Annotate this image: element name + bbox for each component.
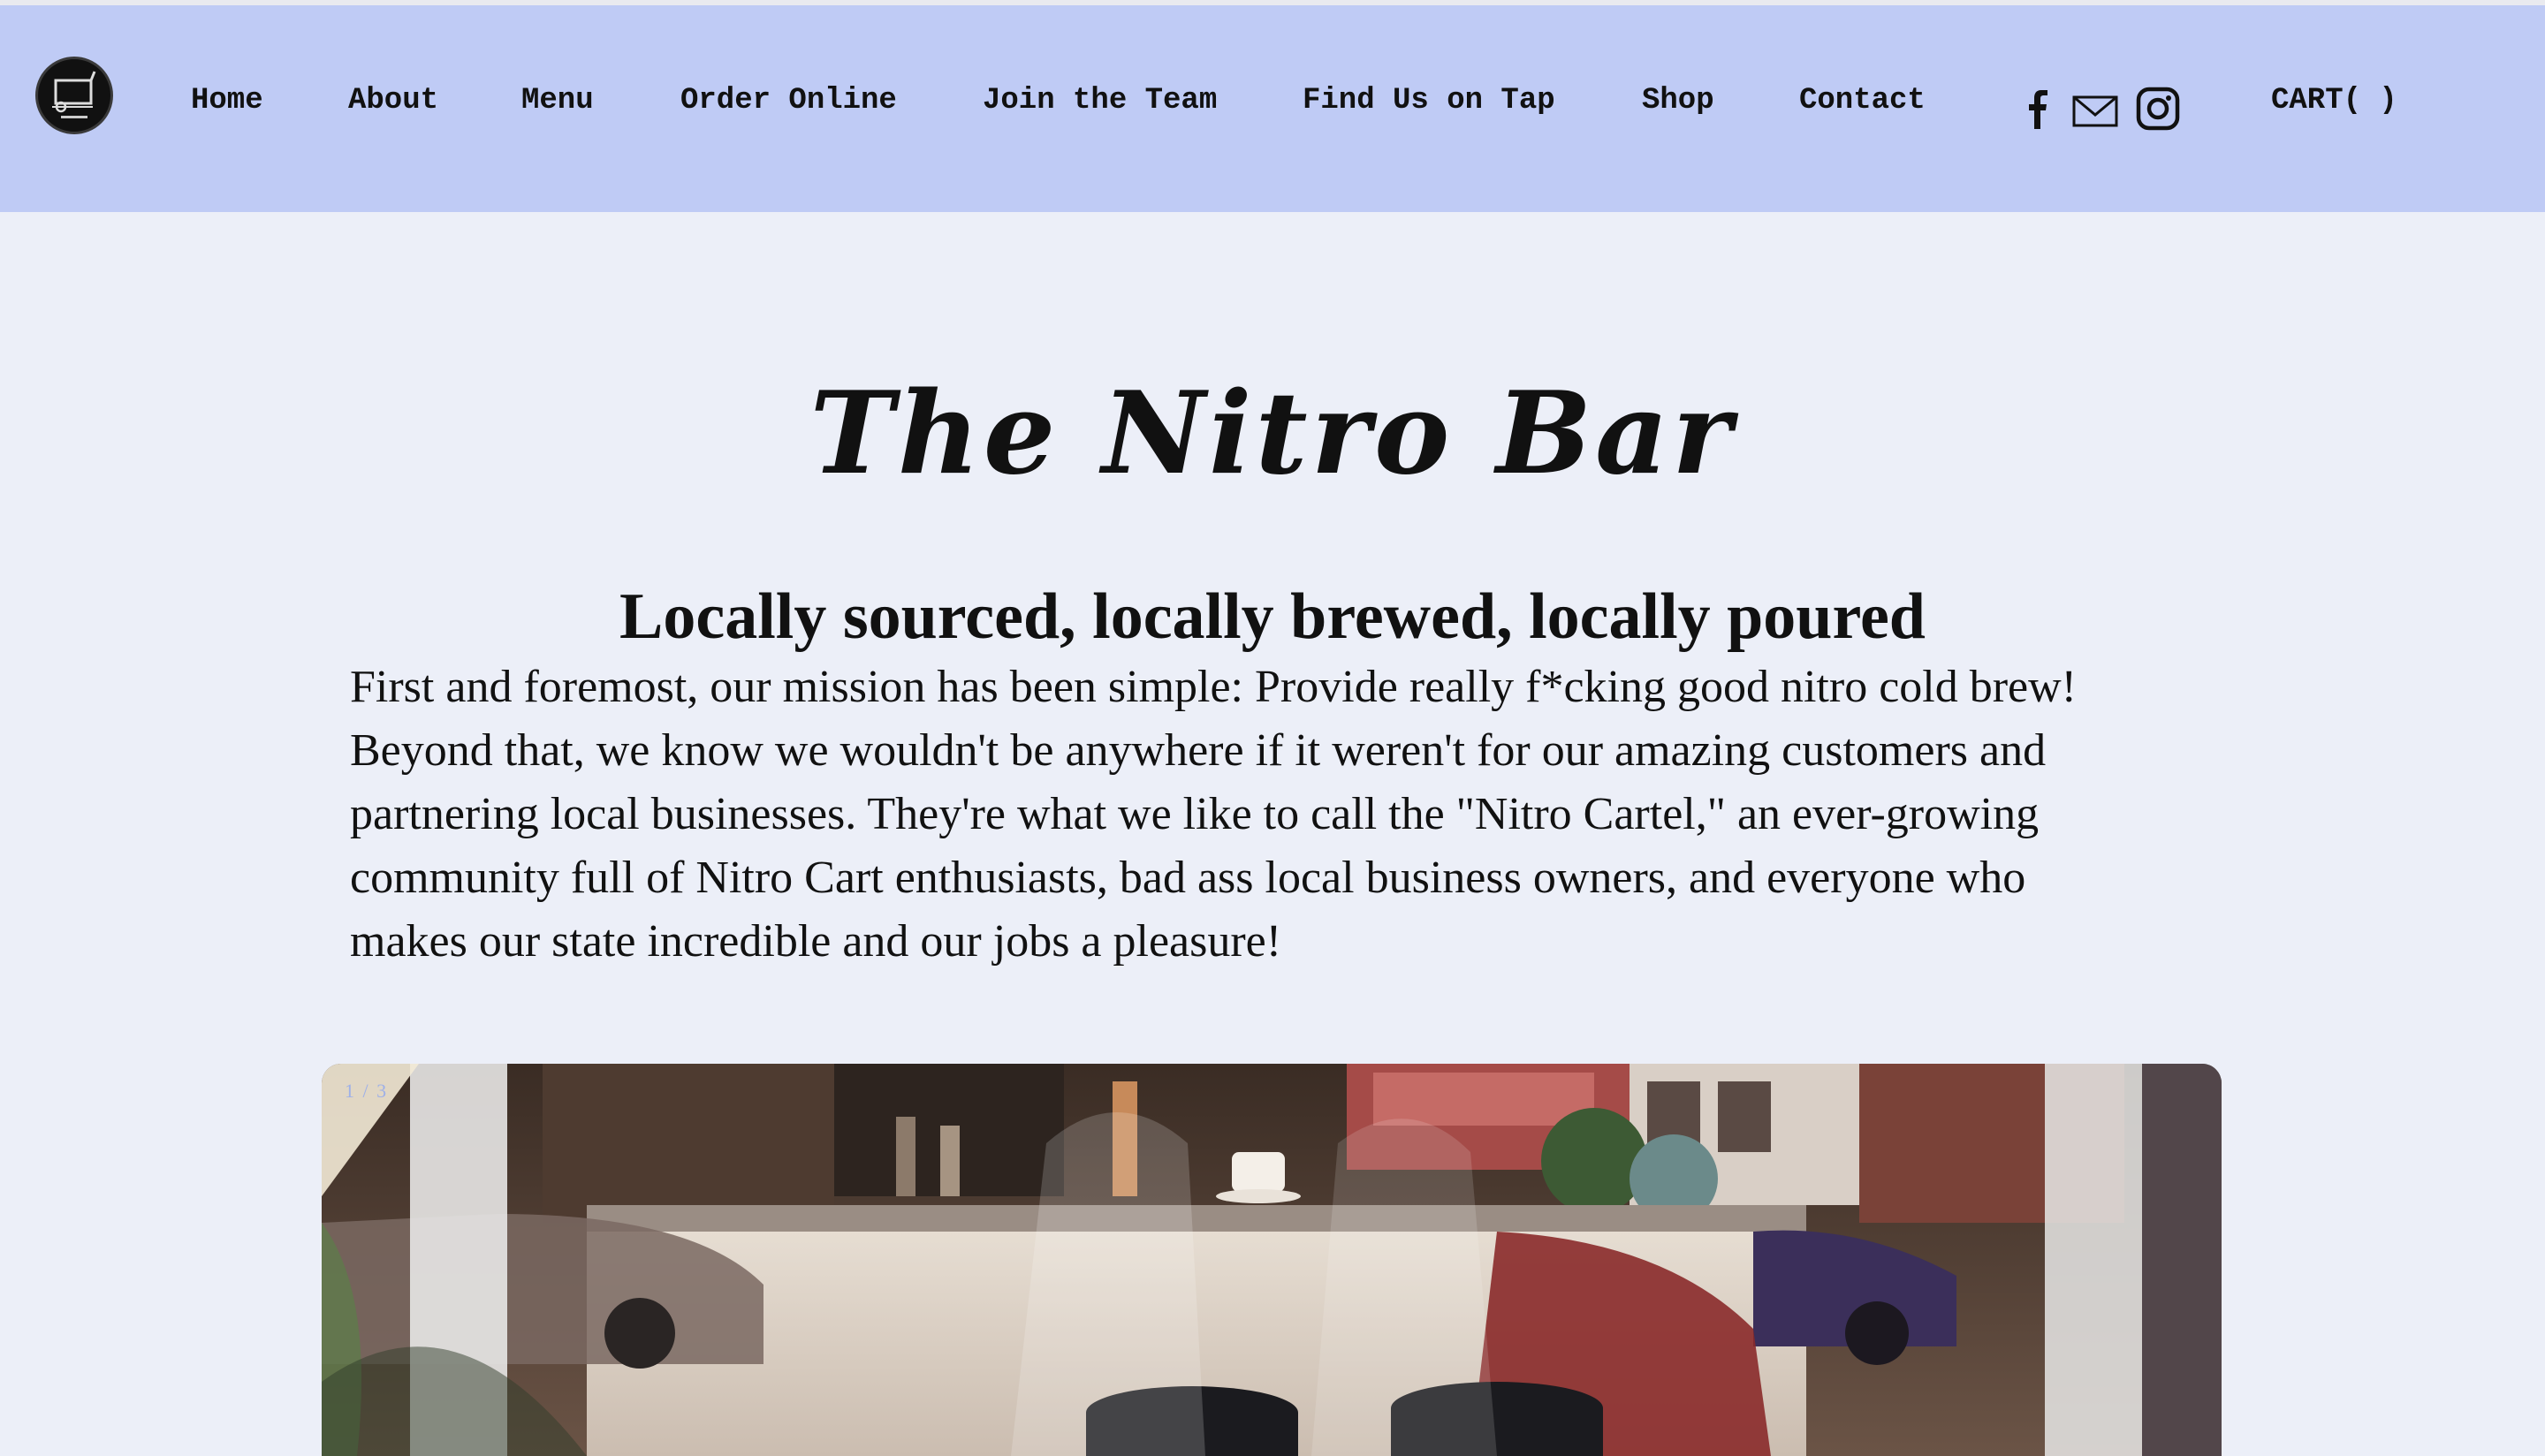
instagram-icon[interactable] [2135,83,2183,136]
site-logo[interactable] [35,57,113,134]
nav-contact[interactable]: Contact [1799,83,1926,118]
paragraph-line: First and foremost, our mission has been… [350,662,2077,712]
facebook-icon[interactable] [2024,83,2050,136]
nav-join-the-team[interactable]: Join the Team [983,83,1217,118]
paragraph-line: makes our state incredible and our jobs … [350,916,1282,967]
paragraph-line: Beyond that, we know we wouldn't be anyw… [350,725,2047,776]
nav-home[interactable]: Home [191,83,263,118]
site-header: Home About Menu Order Online Join the Te… [0,5,2545,212]
nav-shop[interactable]: Shop [1642,83,1714,118]
mail-icon[interactable] [2071,83,2119,136]
photo-slideshow[interactable]: 1 / 3 [322,1064,2222,1456]
slide-photo [322,1064,2222,1456]
nav-about[interactable]: About [348,83,438,118]
nav-menu[interactable]: Menu [521,83,594,118]
slide-counter: 1 / 3 [345,1080,389,1102]
nav-order-online[interactable]: Order Online [680,83,897,118]
mission-paragraph: First and foremost, our mission has been… [350,656,2170,974]
paragraph-line: community full of Nitro Cart enthusiasts… [350,853,2026,903]
paragraph-line: partnering local businesses. They're wha… [350,789,2040,839]
nav-find-us-on-tap[interactable]: Find Us on Tap [1303,83,1555,118]
page-subtitle: Locally sourced, locally brewed, locally… [619,580,1926,654]
page-title: The Nitro Bar [809,367,1736,500]
cart-link[interactable]: CART( ) [2271,83,2397,118]
